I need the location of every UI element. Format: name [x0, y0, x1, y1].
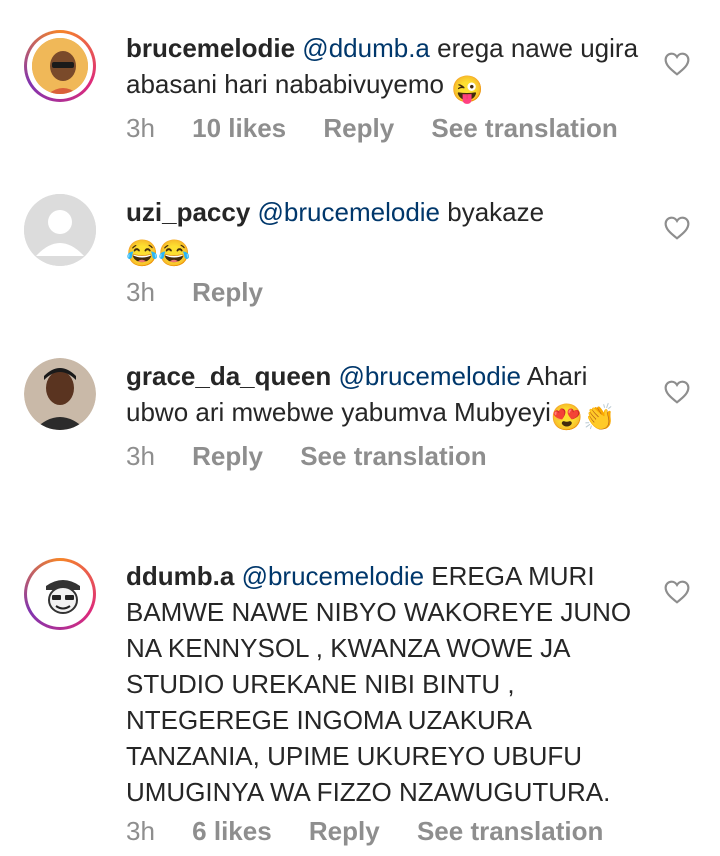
comment-body: byakaze — [447, 197, 545, 227]
heart-outline-icon[interactable] — [664, 52, 690, 76]
comment-time: 3h — [126, 816, 155, 846]
reply-button[interactable]: Reply — [192, 277, 263, 308]
comment-username[interactable]: grace_da_queen — [126, 361, 331, 391]
emoji: 😜 — [451, 74, 484, 104]
comment-text: uzi_paccy @brucemelodie byakaze 😂😂 — [126, 194, 646, 271]
see-translation-button[interactable]: See translation — [431, 113, 617, 144]
comment-mention[interactable]: @ddumb.a — [302, 33, 430, 63]
comment-meta: 3h Reply See translation — [126, 441, 646, 472]
comment-username[interactable]: ddumb.a — [126, 561, 234, 591]
comment-username[interactable]: brucemelodie — [126, 33, 295, 63]
see-translation-button[interactable]: See translation — [417, 816, 603, 847]
comment-mention[interactable]: @brucemelodie — [338, 361, 520, 391]
heart-outline-icon[interactable] — [664, 216, 690, 240]
comment-body: EREGA MURI BAMWE NAWE NIBYO WAKOREYE JUN… — [126, 561, 632, 807]
comment-time: 3h — [126, 441, 155, 471]
comment-text: grace_da_queen @brucemelodie Ahari ubwo … — [126, 358, 646, 435]
avatar[interactable] — [24, 30, 96, 102]
emoji: 😍👏 — [550, 402, 616, 432]
comment-meta: 3h 10 likes Reply See translation — [126, 113, 646, 144]
reply-button[interactable]: Reply — [309, 816, 380, 847]
avatar[interactable] — [24, 358, 96, 430]
comment-text: brucemelodie @ddumb.a erega nawe ugira a… — [126, 30, 646, 107]
reply-button[interactable]: Reply — [323, 113, 394, 144]
comment-mention[interactable]: @brucemelodie — [258, 197, 440, 227]
comment-meta: 3h Reply — [126, 277, 646, 308]
comment-mention[interactable]: @brucemelodie — [242, 561, 424, 591]
heart-outline-icon[interactable] — [664, 580, 690, 604]
see-translation-button[interactable]: See translation — [300, 441, 486, 472]
likes-count[interactable]: 10 likes — [192, 113, 286, 144]
emoji: 😂😂 — [126, 238, 191, 268]
comment-time: 3h — [126, 113, 155, 143]
avatar[interactable] — [24, 558, 96, 630]
comment-meta: 3h 6 likes Reply See translation — [126, 816, 646, 847]
heart-outline-icon[interactable] — [664, 380, 690, 404]
reply-button[interactable]: Reply — [192, 441, 263, 472]
comment-username[interactable]: uzi_paccy — [126, 197, 250, 227]
comment-text: ddumb.a @brucemelodie EREGA MURI BAMWE N… — [126, 558, 646, 810]
likes-count[interactable]: 6 likes — [192, 816, 272, 847]
avatar[interactable] — [24, 194, 96, 266]
comment-time: 3h — [126, 277, 155, 307]
